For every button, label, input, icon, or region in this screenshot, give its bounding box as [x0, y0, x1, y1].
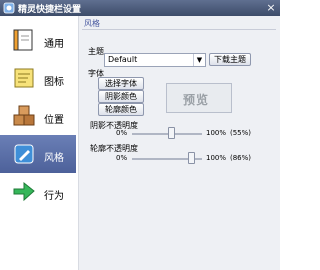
outline-opacity-label: 轮廓不透明度	[90, 144, 138, 153]
sidebar-item-position[interactable]: 位置	[0, 97, 76, 135]
section-divider	[82, 29, 276, 30]
sidebar: 通用 图标 位置 风格 行为	[0, 16, 79, 270]
shadow-slider-thumb[interactable]	[167, 127, 175, 139]
sidebar-item-style[interactable]: 风格	[0, 135, 76, 173]
shadow-max-label: 100%	[206, 129, 227, 137]
settings-window: 精灵快捷栏设置 × 通用 图标 位置 风格 行为 风格 主题 Default ▼…	[0, 0, 280, 270]
sidebar-item-label: 位置	[44, 115, 64, 126]
sidebar-item-general[interactable]: 通用	[0, 21, 76, 59]
sidebar-item-label: 通用	[44, 39, 64, 50]
font-preview: 预览	[166, 83, 232, 113]
shadow-min-label: 0%	[116, 129, 128, 137]
sidebar-item-label: 风格	[44, 153, 64, 164]
theme-label: 主题	[88, 47, 104, 56]
sidebar-item-label: 图标	[44, 77, 64, 88]
title-bar[interactable]: 精灵快捷栏设置 ×	[0, 0, 280, 16]
sticky-note-icon	[14, 68, 34, 88]
outline-slider-thumb[interactable]	[187, 152, 195, 164]
notebook-icon	[13, 29, 33, 51]
close-button[interactable]: ×	[265, 2, 277, 14]
sidebar-item-icons[interactable]: 图标	[0, 59, 76, 97]
chevron-down-icon[interactable]: ▼	[193, 54, 205, 66]
outline-color-button[interactable]: 轮廓颜色	[98, 103, 144, 116]
arrow-icon	[13, 181, 35, 202]
content-panel: 风格 主题 Default ▼ 下载主题 字体 选择字体 阴影颜色 轮廓颜色 预…	[80, 16, 278, 270]
select-font-button[interactable]: 选择字体	[98, 77, 144, 90]
preview-text: 预览	[183, 93, 210, 107]
window-title: 精灵快捷栏设置	[18, 5, 82, 15]
shadow-color-button[interactable]: 阴影颜色	[98, 90, 144, 103]
section-title: 风格	[84, 19, 100, 28]
outline-max-label: 100%	[206, 154, 227, 162]
app-icon	[3, 2, 15, 14]
outline-value-label: (86%)	[230, 154, 252, 162]
download-theme-button[interactable]: 下载主题	[209, 53, 251, 66]
shadow-opacity-label: 阴影不透明度	[90, 121, 138, 130]
pen-icon	[14, 144, 34, 164]
shadow-value-label: (55%)	[230, 129, 252, 137]
sidebar-item-behavior[interactable]: 行为	[0, 173, 76, 211]
outline-min-label: 0%	[116, 154, 128, 162]
theme-select-value: Default	[108, 55, 138, 64]
boxes-icon	[13, 105, 35, 126]
sidebar-item-label: 行为	[44, 191, 64, 202]
theme-select[interactable]: Default ▼	[104, 53, 206, 67]
